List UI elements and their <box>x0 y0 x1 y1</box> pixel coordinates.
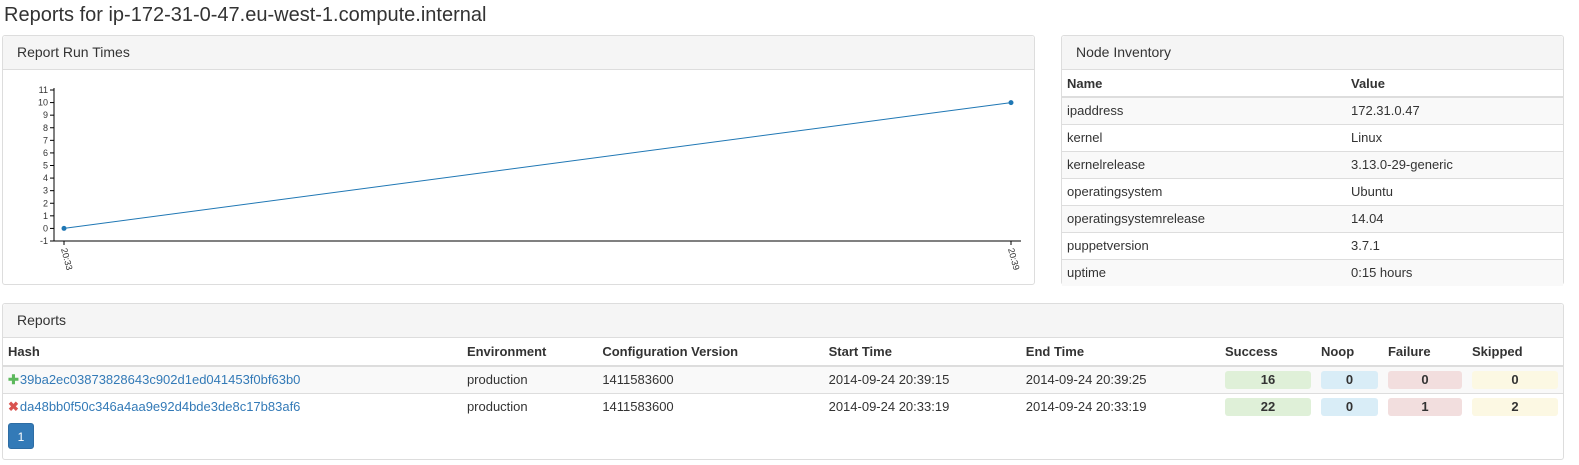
inventory-value: 172.31.0.47 <box>1346 96 1563 124</box>
table-row: puppetversion 3.7.1 <box>1062 231 1563 259</box>
report-config-version: 1411583600 <box>597 392 824 420</box>
col-skipped[interactable]: Skipped <box>1467 338 1563 367</box>
reports-table: Hash Environment Configuration Version S… <box>3 338 1563 420</box>
reports-heading: Reports <box>3 304 1563 338</box>
y-tick-label: 7 <box>43 135 48 145</box>
table-row: ✖da48bb0f50c346a4aa9e92d4bde3de8c17b83af… <box>3 392 1563 420</box>
table-row: ✚39ba2ec03873828643c902d1ed041453f0bf63b… <box>3 365 1563 393</box>
y-tick-label: 5 <box>43 161 48 171</box>
report-start-time: 2014-09-24 20:33:19 <box>823 392 1021 420</box>
y-tick-label: 8 <box>43 123 48 133</box>
inventory-name: kernel <box>1062 123 1346 151</box>
y-tick-label: 1 <box>43 211 48 221</box>
inventory-name: puppetversion <box>1062 231 1346 259</box>
noop-count-badge: 0 <box>1320 370 1378 389</box>
inventory-value: 0:15 hours <box>1346 258 1563 286</box>
table-row: operatingsystem Ubuntu <box>1062 177 1563 205</box>
report-hash-link[interactable]: 39ba2ec03873828643c902d1ed041453f0bf63b0 <box>20 372 301 387</box>
report-run-times-heading: Report Run Times <box>3 36 1034 70</box>
series-line <box>63 102 1012 229</box>
report-hash-link[interactable]: da48bb0f50c346a4aa9e92d4bde3de8c17b83af6 <box>20 399 301 414</box>
y-tick-label: 3 <box>43 186 48 196</box>
col-environment[interactable]: Environment <box>461 338 598 367</box>
col-success[interactable]: Success <box>1219 338 1316 367</box>
y-tick-label: 11 <box>39 85 48 95</box>
failure-count-badge: 1 <box>1387 397 1462 416</box>
failure-count-badge: 0 <box>1387 370 1462 389</box>
table-row: kernel Linux <box>1062 123 1563 151</box>
node-inventory-table: Name Value ipaddress 172.31.0.47 kernel … <box>1062 70 1563 286</box>
col-hash[interactable]: Hash <box>3 338 462 367</box>
inventory-value: 14.04 <box>1346 204 1563 232</box>
table-row: ipaddress 172.31.0.47 <box>1062 96 1563 124</box>
col-end-time[interactable]: End Time <box>1020 338 1220 367</box>
y-tick-label: 2 <box>43 198 48 208</box>
reports-panel: Reports Hash Environment Configuration V… <box>2 303 1564 460</box>
inventory-name: uptime <box>1062 258 1346 286</box>
inventory-name: ipaddress <box>1062 96 1346 124</box>
run-times-chart: -10123456789101120:3320:39Report Run Tim… <box>38 85 1022 271</box>
x-tick-label: 20:39 <box>1006 247 1021 271</box>
table-row: operatingsystemrelease 14.04 <box>1062 204 1563 232</box>
report-config-version: 1411583600 <box>597 365 824 393</box>
y-tick-label: 6 <box>43 148 48 158</box>
data-point <box>1008 100 1014 106</box>
col-start-time[interactable]: Start Time <box>823 338 1021 367</box>
col-config-version[interactable]: Configuration Version <box>597 338 824 367</box>
inventory-name: kernelrelease <box>1062 150 1346 178</box>
y-tick-label: 10 <box>38 98 48 108</box>
inventory-name: operatingsystem <box>1062 177 1346 205</box>
success-count-badge: 16 <box>1224 370 1311 389</box>
report-start-time: 2014-09-24 20:39:15 <box>823 365 1021 393</box>
inventory-col-value: Value <box>1346 70 1563 98</box>
report-environment: production <box>461 392 598 420</box>
report-end-time: 2014-09-24 20:33:19 <box>1020 392 1220 420</box>
y-tick-label: -1 <box>40 236 48 246</box>
inventory-value: 3.7.1 <box>1346 231 1563 259</box>
noop-count-badge: 0 <box>1320 397 1378 416</box>
col-failure[interactable]: Failure <box>1382 338 1467 367</box>
report-environment: production <box>461 365 598 393</box>
node-inventory-heading: Node Inventory <box>1062 36 1563 70</box>
data-point <box>61 225 67 231</box>
skipped-count-badge: 2 <box>1472 397 1558 416</box>
report-end-time: 2014-09-24 20:39:25 <box>1020 365 1220 393</box>
y-tick-label: 4 <box>43 173 48 183</box>
y-tick-label: 0 <box>43 223 48 233</box>
x-tick-label: 20:33 <box>59 247 74 271</box>
y-tick-label: 9 <box>43 110 48 120</box>
col-noop[interactable]: Noop <box>1315 338 1383 367</box>
inventory-value: 3.13.0-29-generic <box>1346 150 1563 178</box>
page-title: Reports for ip-172-31-0-47.eu-west-1.com… <box>4 4 487 26</box>
plus-icon: ✚ <box>8 371 19 387</box>
table-row: uptime 0:15 hours <box>1062 258 1563 286</box>
inventory-value: Linux <box>1346 123 1563 151</box>
table-row: kernelrelease 3.13.0-29-generic <box>1062 150 1563 178</box>
node-inventory-panel: Node Inventory Name Value ipaddress 172.… <box>1061 35 1564 286</box>
skipped-count-badge: 0 <box>1472 370 1558 389</box>
pagination-page-button[interactable]: 1 <box>8 423 34 449</box>
report-run-times-panel: Report Run Times -1 0 1 2 3 4 5 6 7 8 9 10 11 20:33 20… <box>2 35 1035 285</box>
cross-icon: ✖ <box>8 398 19 414</box>
inventory-value: Ubuntu <box>1346 177 1563 205</box>
success-count-badge: 22 <box>1224 397 1311 416</box>
inventory-col-name: Name <box>1062 70 1346 98</box>
inventory-name: operatingsystemrelease <box>1062 204 1346 232</box>
